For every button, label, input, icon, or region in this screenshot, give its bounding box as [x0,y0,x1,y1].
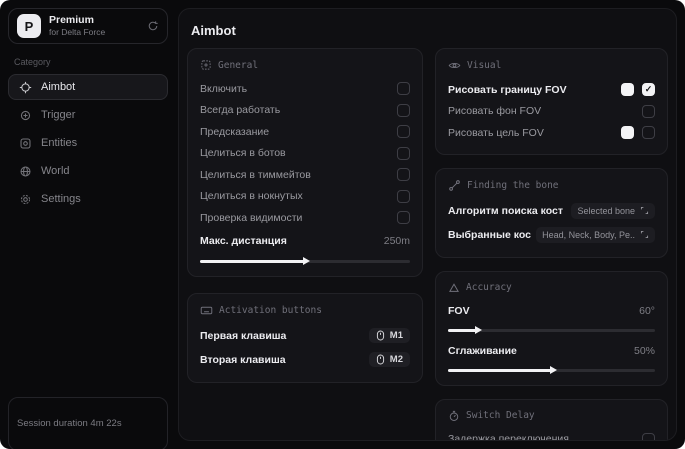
fov-border-checkbox[interactable]: ✓ [642,83,655,97]
fov-background-checkbox[interactable] [642,104,655,118]
accuracy-card: Accuracy FOV 60° Сглаживание 50% [435,270,668,386]
trigger-icon [19,109,32,122]
accuracy-header: Accuracy [466,282,512,293]
activation-buttons-card: Activation buttons Первая клавиша M1 Вто… [187,292,423,383]
selected-bones-dropdown[interactable]: Head, Neck, Body, Pe.. [536,226,655,243]
brand-logo: P [17,14,41,38]
bone-algorithm-row: Алгоритм поиска кост Selected bone [448,199,655,223]
toggle-row: Всегда работать [200,100,410,122]
toggle-row: Целиться в нокнутых [200,186,410,208]
fov-border-row: Рисовать границу FOV ✓ [448,79,655,101]
general-header: General [218,59,259,71]
crosshair-icon [19,81,32,94]
brand-title: Premium [49,14,94,27]
sidebar-item-label: Entities [41,137,78,149]
second-key-button[interactable]: M2 [368,352,410,367]
finding-bone-card: Finding the bone Алгоритм поиска кост Se… [435,167,668,258]
brand-subtitle: for Delta Force [49,27,106,38]
switch-delay-card: Switch Delay Задержка переключения Задер… [435,398,668,440]
eye-icon [448,59,461,72]
page-title: Aimbot [191,23,236,38]
target-knocked-checkbox[interactable] [397,189,410,203]
fov-target-row: Рисовать цель FOV [448,122,655,144]
toggle-row: Целиться в ботов [200,143,410,165]
sidebar-item-label: Aimbot [41,81,76,93]
always-work-checkbox[interactable] [397,103,410,117]
prediction-checkbox[interactable] [397,125,410,139]
visibility-check-checkbox[interactable] [397,211,410,225]
slider-thumb[interactable] [549,365,557,374]
session-duration-value: 4m 22s [90,418,122,429]
activation-header: Activation buttons [219,304,322,316]
max-distance-row: Макс. дистанция 250m [200,234,410,247]
sidebar-item-label: Trigger [41,109,76,121]
stopwatch-icon [448,410,460,422]
gear-icon [19,193,32,206]
bone-algorithm-dropdown[interactable]: Selected bone [571,202,655,219]
toggle-row: Предсказание [200,121,410,143]
mouse-icon [376,354,385,365]
switch-delay-checkbox[interactable] [642,432,655,440]
first-key-row: Первая клавиша M1 [200,324,410,348]
first-key-button[interactable]: M1 [368,328,410,343]
toggle-row: Включить [200,78,410,100]
sidebar-item-label: World [41,165,70,177]
sidebar-item-settings[interactable]: Settings [8,186,168,212]
fov-background-row: Рисовать фон FOV [448,101,655,123]
entities-icon [19,137,32,150]
expand-icon [640,230,649,239]
fov-slider-row: FOV 60° [448,305,655,318]
sidebar-item-world[interactable]: World [8,158,168,184]
sidebar-item-entities[interactable]: Entities [8,130,168,156]
smoothing-slider[interactable] [448,365,655,375]
fov-slider[interactable] [448,325,655,335]
toggle-row: Целиться в тиммейтов [200,164,410,186]
expand-icon [640,206,649,215]
category-label: Category [14,57,51,67]
slider-thumb[interactable] [303,256,310,265]
session-duration-card: Session duration 4m 22s [8,397,168,449]
sidebar-item-trigger[interactable]: Trigger [8,102,168,128]
smoothing-value: 50% [633,344,655,357]
visual-header: Visual [467,60,502,71]
slider-thumb[interactable] [474,326,482,334]
general-icon [200,59,212,71]
app-window: P Premium for Delta Force Category Aimbo… [0,0,685,449]
bone-header: Finding the bone [467,179,559,191]
fov-value: 60° [639,305,655,318]
switch-delay-toggle-row: Задержка переключения [448,429,655,440]
general-card: General Включить Всегда работать Предска… [187,48,423,277]
sync-icon[interactable] [147,20,159,32]
switch-delay-header: Switch Delay [466,410,535,421]
keyboard-icon [200,304,213,317]
max-distance-value: 250m [383,234,410,247]
fov-target-color-swatch[interactable] [621,126,634,140]
selected-bones-row: Выбранные кос Head, Neck, Body, Pe.. [448,223,655,247]
sidebar-item-label: Settings [41,193,81,205]
brand-card: P Premium for Delta Force [8,8,168,44]
toggle-row: Проверка видимости [200,207,410,229]
fov-target-checkbox[interactable] [642,126,655,140]
visual-card: Visual Рисовать границу FOV ✓ Рисовать ф… [435,48,668,155]
target-teammates-checkbox[interactable] [397,168,410,182]
mouse-icon [376,330,385,341]
fov-border-color-swatch[interactable] [621,83,634,97]
max-distance-slider[interactable] [200,256,410,266]
main-panel: Aimbot General Включить Всегда работать … [178,8,677,441]
bone-icon [448,179,461,192]
enable-checkbox[interactable] [397,82,410,96]
world-icon [19,165,32,178]
second-key-row: Вторая клавиша M2 [200,348,410,372]
sidebar: P Premium for Delta Force Category Aimbo… [8,8,168,449]
sidebar-item-aimbot[interactable]: Aimbot [8,74,168,100]
target-bots-checkbox[interactable] [397,146,410,160]
smoothing-row: Сглаживание 50% [448,344,655,357]
session-duration-label: Session duration [17,418,88,429]
triangle-icon [448,282,460,294]
